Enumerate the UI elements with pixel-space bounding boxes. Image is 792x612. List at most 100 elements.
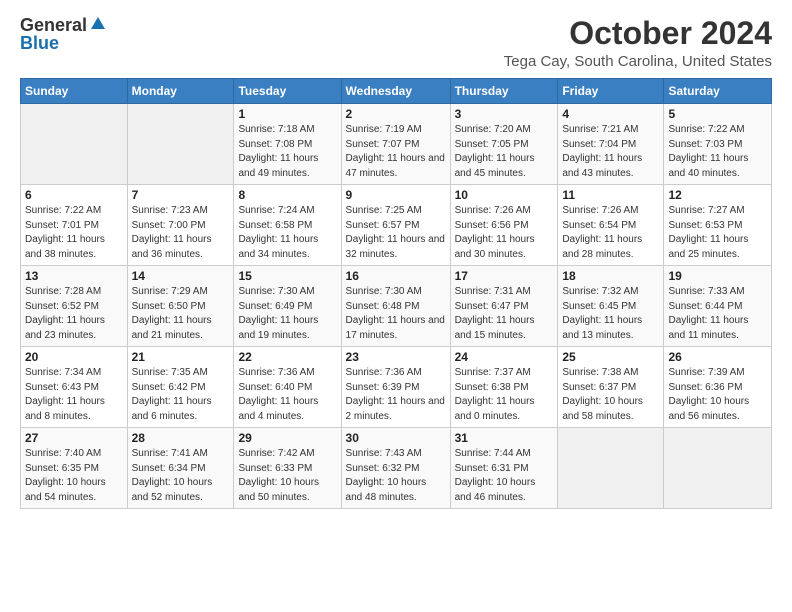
- calendar-cell: 1 Sunrise: 7:18 AM Sunset: 7:08 PM Daylig…: [234, 104, 341, 185]
- day-detail: Sunrise: 7:30 AM Sunset: 6:49 PM Dayligh…: [238, 285, 336, 343]
- day-detail: Sunrise: 7:37 AM Sunset: 6:38 PM Dayligh…: [455, 366, 554, 424]
- day-detail: Sunrise: 7:23 AM Sunset: 7:00 PM Dayligh…: [132, 204, 230, 262]
- day-number: 1: [238, 107, 336, 121]
- day-detail: Sunrise: 7:22 AM Sunset: 7:03 PM Dayligh…: [668, 123, 767, 181]
- calendar-header-row: SundayMondayTuesdayWednesdayThursdayFrid…: [21, 79, 772, 104]
- day-detail: Sunrise: 7:44 AM Sunset: 6:31 PM Dayligh…: [455, 447, 554, 505]
- calendar-week-row: 13 Sunrise: 7:28 AM Sunset: 6:52 PM Dayli…: [21, 266, 772, 347]
- calendar: SundayMondayTuesdayWednesdayThursdayFrid…: [20, 78, 772, 509]
- calendar-cell: 31 Sunrise: 7:44 AM Sunset: 6:31 PM Dayli…: [450, 428, 558, 509]
- calendar-cell: 21Sunrise: 7:35 AM Sunset: 6:42 PM Dayli…: [127, 347, 234, 428]
- calendar-cell: 25Sunrise: 7:38 AM Sunset: 6:37 PM Dayli…: [558, 347, 664, 428]
- day-detail: Sunrise: 7:39 AM Sunset: 6:36 PM Dayligh…: [668, 366, 767, 424]
- day-number: 12: [668, 188, 767, 202]
- day-number: 20: [25, 350, 123, 364]
- day-detail: Sunrise: 7:36 AM Sunset: 6:40 PM Dayligh…: [238, 366, 336, 424]
- calendar-cell: 5Sunrise: 7:22 AM Sunset: 7:03 PM Daylig…: [664, 104, 772, 185]
- day-number: 23: [346, 350, 446, 364]
- calendar-cell: 18Sunrise: 7:32 AM Sunset: 6:45 PM Dayli…: [558, 266, 664, 347]
- day-number: 10: [455, 188, 554, 202]
- day-detail: Sunrise: 7:41 AM Sunset: 6:34 PM Dayligh…: [132, 447, 230, 505]
- day-detail: Sunrise: 7:35 AM Sunset: 6:42 PM Dayligh…: [132, 366, 230, 424]
- day-number: 4: [562, 107, 659, 121]
- day-number: 14: [132, 269, 230, 283]
- logo: General Blue: [20, 16, 107, 52]
- day-detail: Sunrise: 7:34 AM Sunset: 6:43 PM Dayligh…: [25, 366, 123, 424]
- day-number: 28: [132, 431, 230, 445]
- day-detail: Sunrise: 7:20 AM Sunset: 7:05 PM Dayligh…: [455, 123, 554, 181]
- day-detail: Sunrise: 7:18 AM Sunset: 7:08 PM Dayligh…: [238, 123, 336, 181]
- calendar-cell: [664, 428, 772, 509]
- day-number: 11: [562, 188, 659, 202]
- calendar-cell: 3 Sunrise: 7:20 AM Sunset: 7:05 PM Daylig…: [450, 104, 558, 185]
- calendar-cell: [558, 428, 664, 509]
- day-number: 30: [346, 431, 446, 445]
- calendar-cell: 16Sunrise: 7:30 AM Sunset: 6:48 PM Dayli…: [341, 266, 450, 347]
- day-detail: Sunrise: 7:28 AM Sunset: 6:52 PM Dayligh…: [25, 285, 123, 343]
- calendar-week-row: 27Sunrise: 7:40 AM Sunset: 6:35 PM Dayli…: [21, 428, 772, 509]
- calendar-week-row: 20 Sunrise: 7:34 AM Sunset: 6:43 PM Dayli…: [21, 347, 772, 428]
- day-of-week-header: Saturday: [664, 79, 772, 104]
- day-of-week-header: Friday: [558, 79, 664, 104]
- calendar-cell: 15 Sunrise: 7:30 AM Sunset: 6:49 PM Dayli…: [234, 266, 341, 347]
- day-detail: Sunrise: 7:29 AM Sunset: 6:50 PM Dayligh…: [132, 285, 230, 343]
- calendar-cell: 24 Sunrise: 7:37 AM Sunset: 6:38 PM Dayli…: [450, 347, 558, 428]
- page: General Blue October 2024 Tega Cay, Sout…: [0, 0, 792, 525]
- logo-icon: [89, 15, 107, 33]
- calendar-week-row: 6 Sunrise: 7:22 AM Sunset: 7:01 PM Daylig…: [21, 185, 772, 266]
- calendar-cell: [21, 104, 128, 185]
- calendar-cell: 6 Sunrise: 7:22 AM Sunset: 7:01 PM Daylig…: [21, 185, 128, 266]
- calendar-week-row: 1 Sunrise: 7:18 AM Sunset: 7:08 PM Daylig…: [21, 104, 772, 185]
- day-number: 9: [346, 188, 446, 202]
- day-number: 24: [455, 350, 554, 364]
- calendar-cell: 27Sunrise: 7:40 AM Sunset: 6:35 PM Dayli…: [21, 428, 128, 509]
- calendar-cell: 19Sunrise: 7:33 AM Sunset: 6:44 PM Dayli…: [664, 266, 772, 347]
- day-of-week-header: Thursday: [450, 79, 558, 104]
- day-detail: Sunrise: 7:26 AM Sunset: 6:56 PM Dayligh…: [455, 204, 554, 262]
- day-detail: Sunrise: 7:43 AM Sunset: 6:32 PM Dayligh…: [346, 447, 446, 505]
- logo-blue: Blue: [20, 34, 59, 52]
- calendar-cell: [127, 104, 234, 185]
- day-number: 29: [238, 431, 336, 445]
- subtitle: Tega Cay, South Carolina, United States: [504, 53, 772, 70]
- day-number: 3: [455, 107, 554, 121]
- calendar-cell: 4 Sunrise: 7:21 AM Sunset: 7:04 PM Daylig…: [558, 104, 664, 185]
- day-detail: Sunrise: 7:19 AM Sunset: 7:07 PM Dayligh…: [346, 123, 446, 181]
- day-number: 13: [25, 269, 123, 283]
- day-number: 2: [346, 107, 446, 121]
- day-number: 25: [562, 350, 659, 364]
- calendar-cell: 10 Sunrise: 7:26 AM Sunset: 6:56 PM Dayli…: [450, 185, 558, 266]
- day-number: 19: [668, 269, 767, 283]
- day-of-week-header: Monday: [127, 79, 234, 104]
- calendar-cell: 14 Sunrise: 7:29 AM Sunset: 6:50 PM Dayli…: [127, 266, 234, 347]
- day-detail: Sunrise: 7:21 AM Sunset: 7:04 PM Dayligh…: [562, 123, 659, 181]
- main-title: October 2024: [504, 16, 772, 51]
- day-number: 16: [346, 269, 446, 283]
- calendar-cell: 29Sunrise: 7:42 AM Sunset: 6:33 PM Dayli…: [234, 428, 341, 509]
- calendar-cell: 22Sunrise: 7:36 AM Sunset: 6:40 PM Dayli…: [234, 347, 341, 428]
- calendar-cell: 20 Sunrise: 7:34 AM Sunset: 6:43 PM Dayli…: [21, 347, 128, 428]
- calendar-cell: 17Sunrise: 7:31 AM Sunset: 6:47 PM Dayli…: [450, 266, 558, 347]
- day-number: 7: [132, 188, 230, 202]
- calendar-cell: 9Sunrise: 7:25 AM Sunset: 6:57 PM Daylig…: [341, 185, 450, 266]
- day-number: 26: [668, 350, 767, 364]
- calendar-cell: 2 Sunrise: 7:19 AM Sunset: 7:07 PM Daylig…: [341, 104, 450, 185]
- day-detail: Sunrise: 7:26 AM Sunset: 6:54 PM Dayligh…: [562, 204, 659, 262]
- day-detail: Sunrise: 7:22 AM Sunset: 7:01 PM Dayligh…: [25, 204, 123, 262]
- calendar-cell: 11 Sunrise: 7:26 AM Sunset: 6:54 PM Dayli…: [558, 185, 664, 266]
- day-number: 15: [238, 269, 336, 283]
- calendar-cell: 30 Sunrise: 7:43 AM Sunset: 6:32 PM Dayli…: [341, 428, 450, 509]
- calendar-cell: 13 Sunrise: 7:28 AM Sunset: 6:52 PM Dayli…: [21, 266, 128, 347]
- header: General Blue October 2024 Tega Cay, Sout…: [20, 16, 772, 70]
- logo-general: General: [20, 16, 87, 34]
- day-number: 6: [25, 188, 123, 202]
- day-of-week-header: Tuesday: [234, 79, 341, 104]
- day-of-week-header: Sunday: [21, 79, 128, 104]
- calendar-cell: 23Sunrise: 7:36 AM Sunset: 6:39 PM Dayli…: [341, 347, 450, 428]
- day-detail: Sunrise: 7:31 AM Sunset: 6:47 PM Dayligh…: [455, 285, 554, 343]
- day-number: 31: [455, 431, 554, 445]
- calendar-cell: 8Sunrise: 7:24 AM Sunset: 6:58 PM Daylig…: [234, 185, 341, 266]
- day-detail: Sunrise: 7:32 AM Sunset: 6:45 PM Dayligh…: [562, 285, 659, 343]
- day-of-week-header: Wednesday: [341, 79, 450, 104]
- calendar-cell: 26 Sunrise: 7:39 AM Sunset: 6:36 PM Dayli…: [664, 347, 772, 428]
